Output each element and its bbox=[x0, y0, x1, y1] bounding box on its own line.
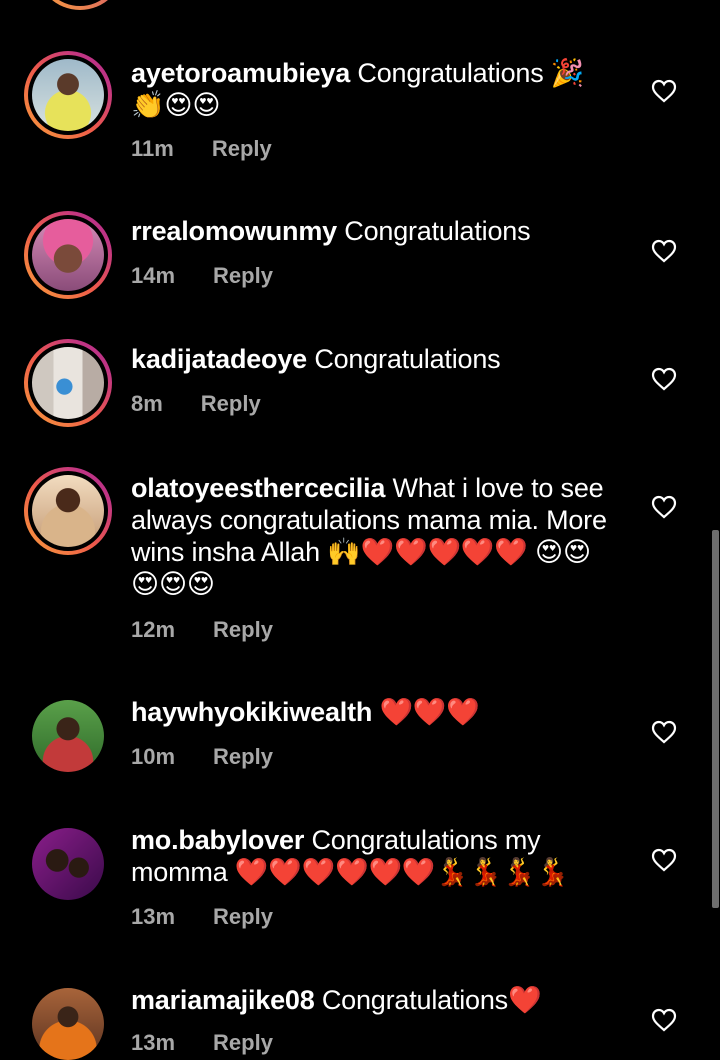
avatar-mariamajike08[interactable] bbox=[32, 988, 104, 1060]
comment-text: olatoyeesthercecilia What i love to see … bbox=[131, 472, 611, 600]
avatar-haywhyokikiwealth[interactable] bbox=[32, 700, 104, 772]
comment-body: Congratulations❤️ bbox=[321, 985, 542, 1015]
reply-button[interactable]: Reply bbox=[213, 744, 273, 769]
comment-username[interactable]: olatoyeesthercecilia bbox=[131, 473, 385, 503]
reply-button[interactable]: Reply bbox=[213, 1030, 273, 1055]
comment-text: rrealomowunmy Congratulations bbox=[131, 215, 611, 247]
comment-meta: 11m Reply bbox=[131, 135, 272, 163]
comment-text: mo.babylover Congratulations my momma ❤️… bbox=[131, 824, 611, 888]
reply-button[interactable]: Reply bbox=[213, 617, 273, 642]
heart-outline-icon[interactable] bbox=[651, 367, 677, 391]
comment-meta: 14m Reply bbox=[131, 262, 273, 290]
previous-avatar-ring[interactable] bbox=[36, 0, 124, 10]
comment-time: 11m bbox=[131, 136, 174, 161]
comment-username[interactable]: mariamajike08 bbox=[131, 985, 315, 1015]
comment-text: ayetoroamubieya Congratulations 🎉 👏😍😍 bbox=[131, 57, 611, 121]
comment-meta: 8m Reply bbox=[131, 390, 261, 418]
comment-time: 14m bbox=[131, 263, 176, 288]
comment-meta: 10m Reply bbox=[131, 743, 273, 771]
reply-button[interactable]: Reply bbox=[213, 904, 273, 929]
comment-meta: 12m Reply bbox=[131, 616, 273, 644]
comment-body: ❤️❤️❤️ bbox=[379, 697, 480, 727]
heart-outline-icon[interactable] bbox=[651, 495, 677, 519]
avatar-rrealomowunmy[interactable] bbox=[24, 211, 112, 299]
comment-meta: 13m Reply bbox=[131, 1029, 273, 1057]
reply-button[interactable]: Reply bbox=[213, 263, 273, 288]
comment-username[interactable]: mo.babylover bbox=[131, 825, 304, 855]
reply-button[interactable]: Reply bbox=[212, 136, 272, 161]
comment-username[interactable]: kadijatadeoye bbox=[131, 344, 307, 374]
comment-username[interactable]: haywhyokikiwealth bbox=[131, 697, 372, 727]
comment-meta: 13m Reply bbox=[131, 903, 273, 931]
comment-time: 12m bbox=[131, 617, 176, 642]
reply-button[interactable]: Reply bbox=[201, 391, 261, 416]
comment-time: 13m bbox=[131, 904, 176, 929]
comment-time: 10m bbox=[131, 744, 176, 769]
heart-outline-icon[interactable] bbox=[651, 239, 677, 263]
avatar-olatoyeesthercecilia[interactable] bbox=[24, 467, 112, 555]
heart-outline-icon[interactable] bbox=[651, 848, 677, 872]
comment-time: 13m bbox=[131, 1030, 176, 1055]
avatar-mo-babylover[interactable] bbox=[32, 828, 104, 900]
comment-body: Congratulations bbox=[344, 216, 531, 246]
heart-outline-icon[interactable] bbox=[651, 720, 677, 744]
comment-username[interactable]: rrealomowunmy bbox=[131, 216, 337, 246]
comment-username[interactable]: ayetoroamubieya bbox=[131, 58, 350, 88]
avatar-ayetoroamubieya[interactable] bbox=[24, 51, 112, 139]
heart-outline-icon[interactable] bbox=[651, 79, 677, 103]
avatar-kadijatadeoye[interactable] bbox=[24, 339, 112, 427]
heart-outline-icon[interactable] bbox=[651, 1008, 677, 1032]
comment-text: kadijatadeoye Congratulations bbox=[131, 343, 611, 375]
comment-body: Congratulations bbox=[314, 344, 501, 374]
scrollbar[interactable] bbox=[712, 530, 719, 908]
comment-text: mariamajike08 Congratulations❤️ bbox=[131, 984, 611, 1016]
comment-text: haywhyokikiwealth ❤️❤️❤️ bbox=[131, 696, 611, 728]
comment-time: 8m bbox=[131, 391, 163, 416]
